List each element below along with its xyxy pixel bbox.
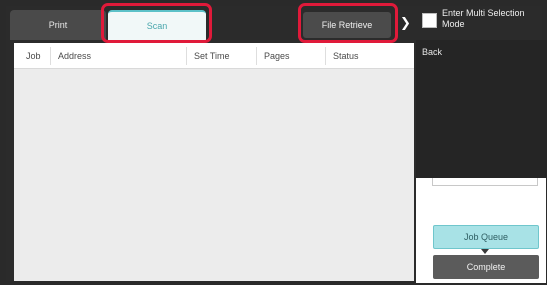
dropdown-menu [416,40,547,178]
column-job[interactable]: Job [26,51,41,61]
multi-selection-label: Enter Multi Selection Mode [442,8,525,29]
job-list-header: Job Address Set Time Pages Status [14,43,414,69]
column-address[interactable]: Address [58,51,91,61]
file-retrieve-label: File Retrieve [321,20,373,30]
caret-down-icon [481,249,489,254]
column-divider [325,47,326,65]
file-retrieve-button[interactable]: File Retrieve [303,12,391,38]
tab-print-label: Print [48,20,68,30]
complete-button[interactable]: Complete [433,255,539,279]
tab-scan[interactable]: Scan [108,10,206,40]
column-divider [186,47,187,65]
job-queue-label: Job Queue [463,232,509,242]
multi-selection-checkbox[interactable] [422,13,437,28]
tab-scan-label: Scan [146,21,168,31]
column-set-time[interactable]: Set Time [194,51,230,61]
tab-print[interactable]: Print [10,10,106,40]
job-queue-button[interactable]: Job Queue [433,225,539,249]
complete-label: Complete [466,262,506,272]
column-status[interactable]: Status [333,51,359,61]
chevron-right-icon[interactable]: ❯ [400,15,411,31]
back-menu-item[interactable]: Back [422,47,442,57]
job-list-panel: Job Address Set Time Pages Status [14,43,414,281]
column-pages[interactable]: Pages [264,51,290,61]
column-divider [50,47,51,65]
column-divider [256,47,257,65]
